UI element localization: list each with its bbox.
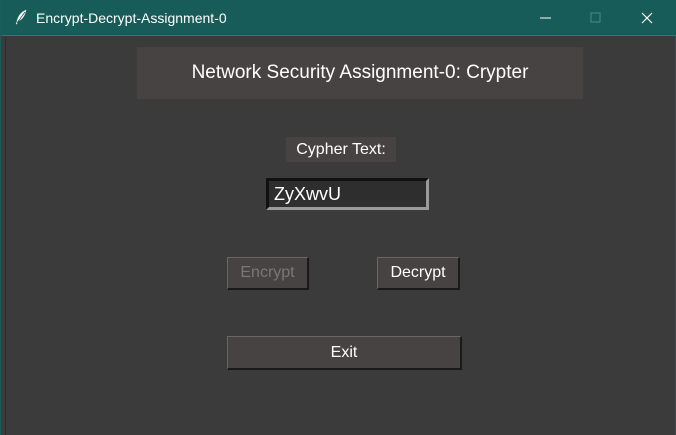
cypher-text-label: Cypher Text: — [286, 137, 396, 162]
page-title: Network Security Assignment-0: Crypter — [137, 47, 583, 99]
title-bar[interactable]: Encrypt-Decrypt-Assignment-0 — [1, 0, 676, 36]
cypher-text-input[interactable] — [266, 178, 429, 210]
maximize-button — [571, 0, 621, 36]
encrypt-button[interactable]: Encrypt — [227, 257, 309, 290]
exit-button[interactable]: Exit — [227, 336, 462, 370]
app-window: Encrypt-Decrypt-Assignment-0 Network Sec… — [0, 0, 676, 435]
main-content: Network Security Assignment-0: Crypter C… — [5, 37, 673, 435]
minimize-icon — [540, 17, 551, 19]
minimize-button[interactable] — [521, 0, 571, 36]
close-button[interactable] — [622, 0, 672, 36]
decrypt-button[interactable]: Decrypt — [377, 257, 460, 290]
feather-icon — [13, 9, 29, 25]
close-icon — [641, 12, 653, 24]
window-title: Encrypt-Decrypt-Assignment-0 — [36, 10, 227, 26]
maximize-icon — [590, 12, 601, 23]
